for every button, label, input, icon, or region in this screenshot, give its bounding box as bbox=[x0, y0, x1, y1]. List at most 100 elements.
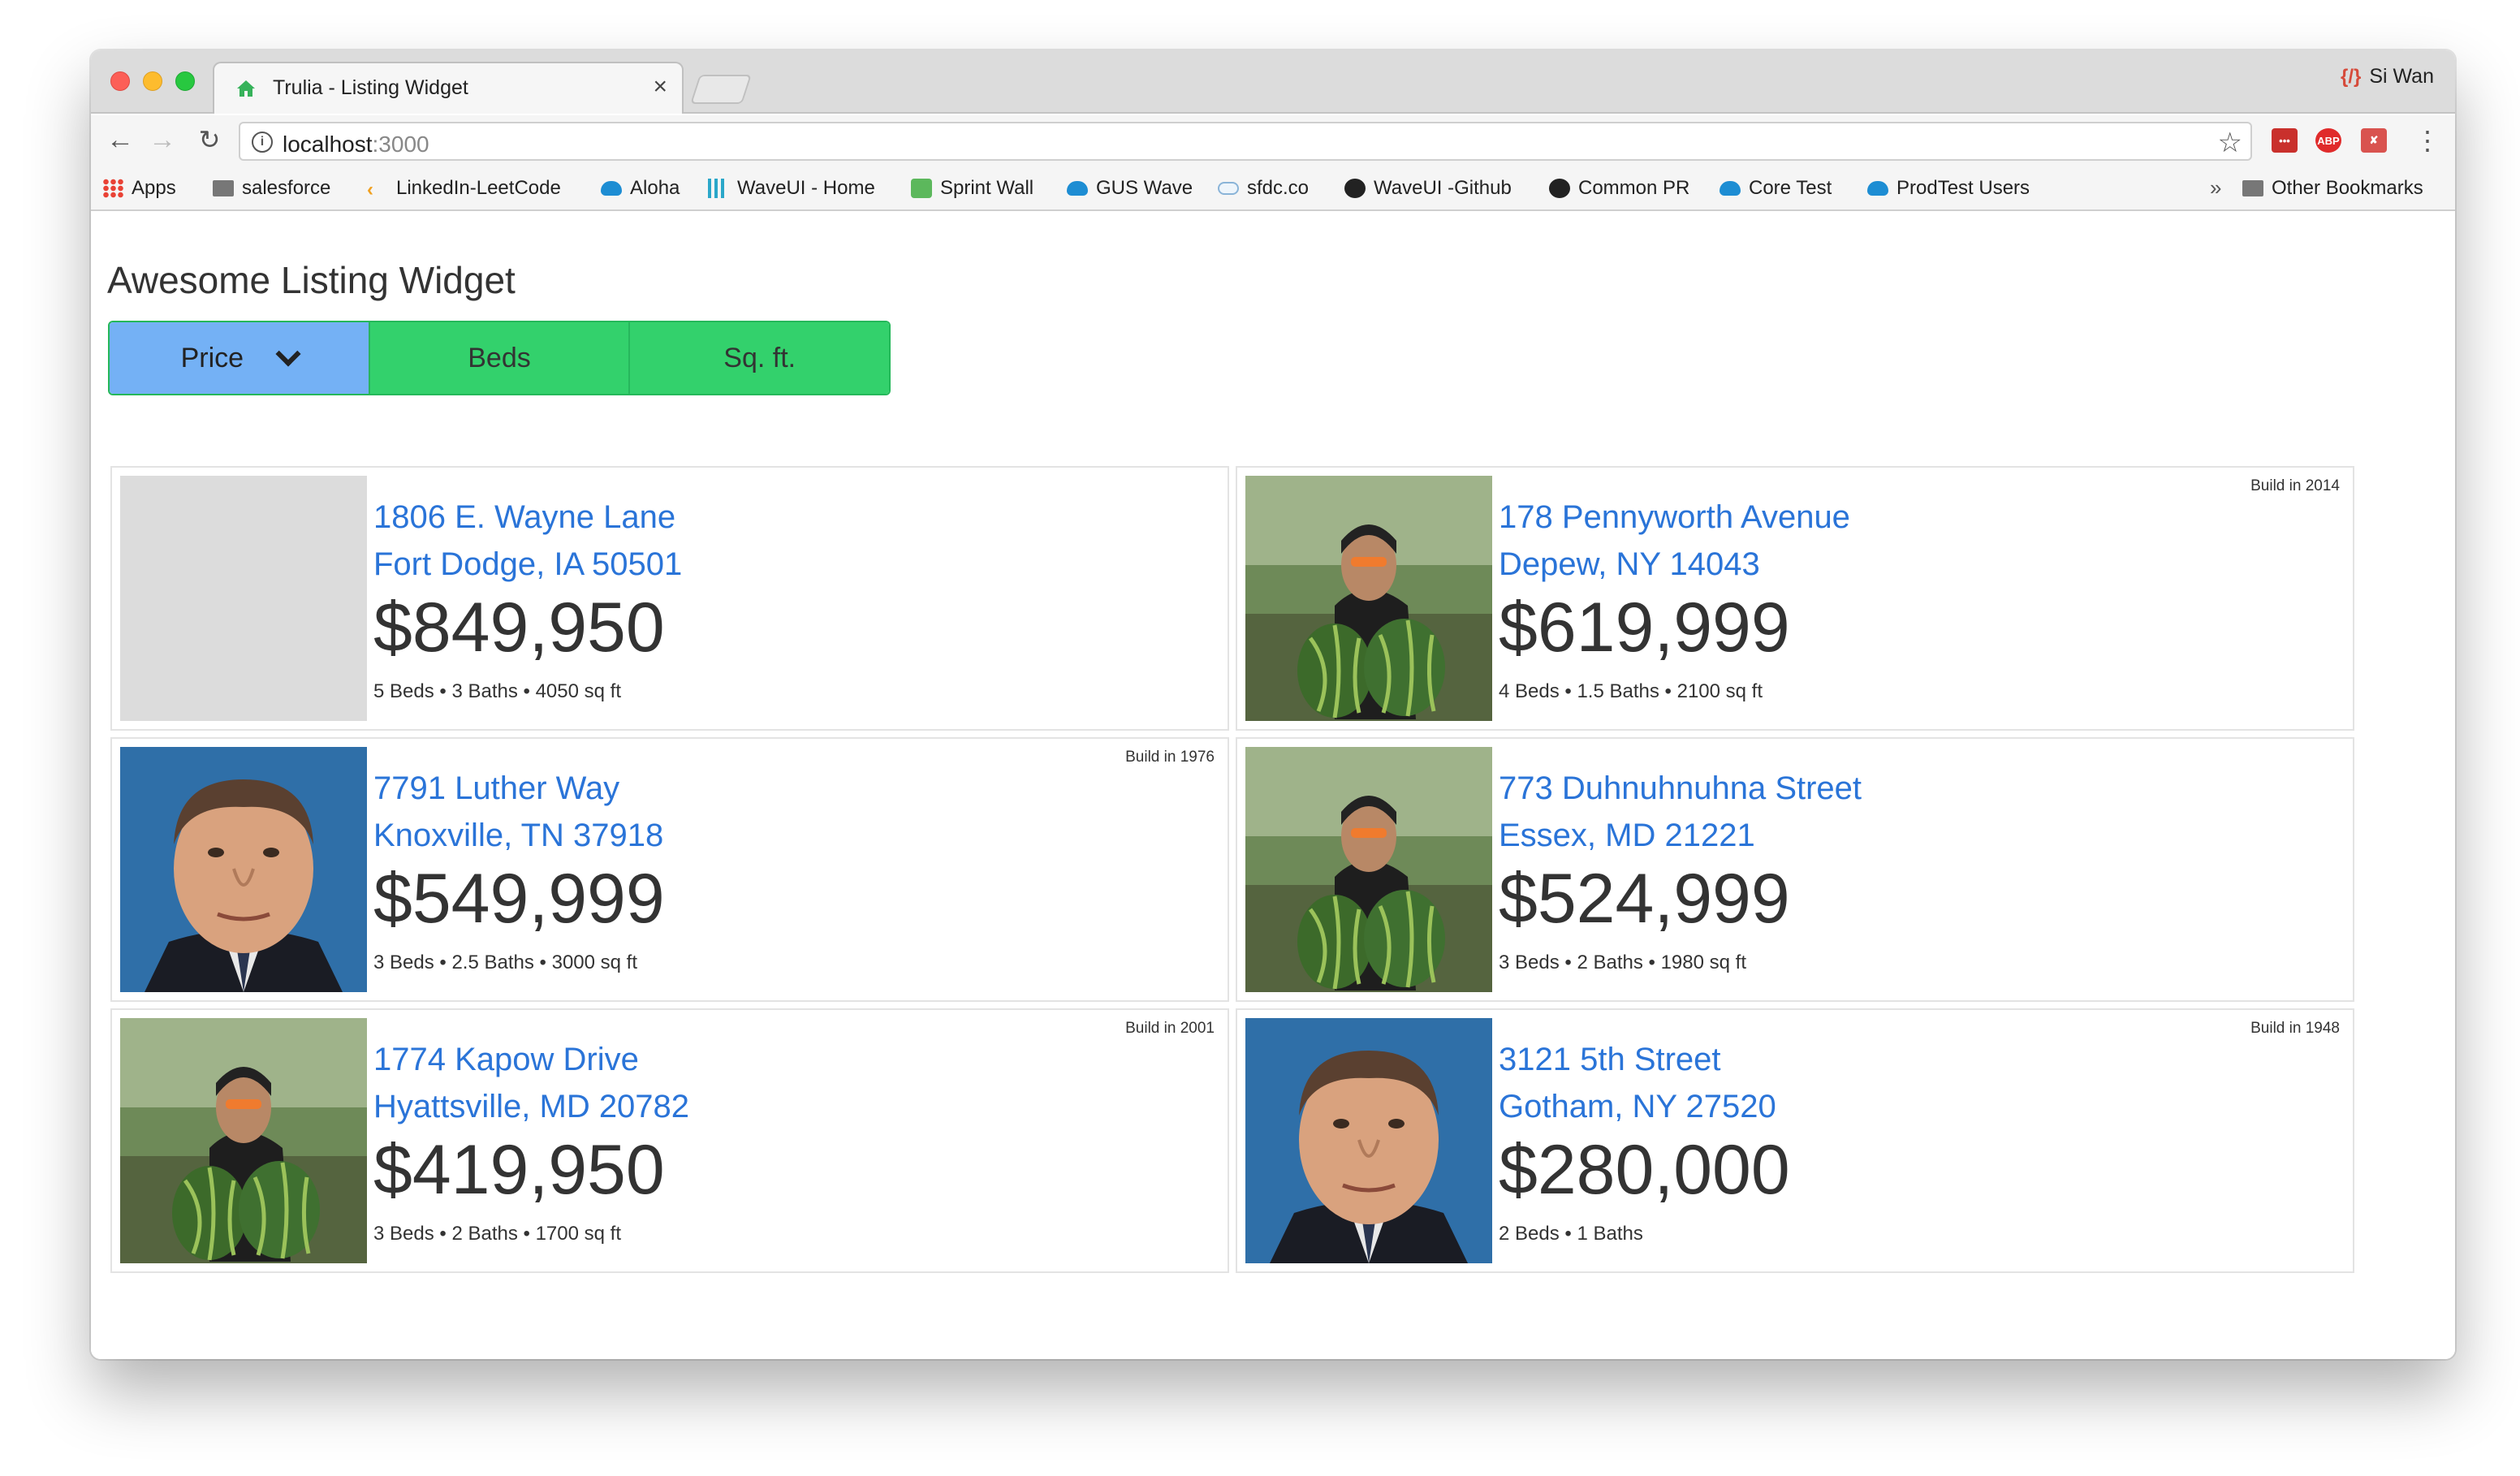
github-icon bbox=[1549, 179, 1570, 198]
browser-tab[interactable]: Trulia - Listing Widget × bbox=[213, 62, 684, 114]
man-portrait-image bbox=[1245, 1018, 1492, 1263]
minimize-window-button[interactable] bbox=[143, 71, 162, 91]
leetcode-icon: ‹ bbox=[367, 179, 373, 201]
build-year: Build in 1948 bbox=[2250, 1020, 2340, 1037]
man-portrait-image bbox=[120, 747, 367, 992]
man-with-watermelons-image bbox=[1245, 476, 1492, 721]
browser-toolbar: ← → ↻ i localhost:3000 ☆ ••• ABP ✘ ⋮ bbox=[91, 115, 2455, 166]
bookmark-sprint-wall[interactable]: Sprint Wall bbox=[911, 177, 1033, 200]
menu-kebab-icon[interactable]: ⋮ bbox=[2414, 125, 2440, 156]
listing-details: 5 Beds • 3 Baths • 4050 sq ft bbox=[373, 680, 621, 702]
sort-beds-button[interactable]: Beds bbox=[369, 322, 631, 394]
build-year: Build in 2001 bbox=[1125, 1020, 1215, 1037]
bookmark-salesforce[interactable]: salesforce bbox=[213, 177, 330, 200]
listing-street[interactable]: 773 Duhnuhnuhna Street bbox=[1499, 765, 1862, 812]
bookmark-common-pr[interactable]: Common PR bbox=[1549, 177, 1689, 200]
chevron-down-icon bbox=[275, 341, 301, 367]
tab-title: Trulia - Listing Widget bbox=[273, 76, 468, 99]
listing-price: $849,950 bbox=[373, 589, 665, 667]
listing-details: 3 Beds • 2 Baths • 1700 sq ft bbox=[373, 1223, 621, 1245]
listing-address[interactable]: 1806 E. Wayne Lane Fort Dodge, IA 50501 bbox=[373, 494, 682, 588]
listing-card[interactable]: Build in 2001 1774 Kapow Drive Hyattsvil… bbox=[110, 1008, 1229, 1273]
url-text[interactable]: localhost:3000 bbox=[283, 132, 429, 158]
bookmark-apps[interactable]: Apps bbox=[102, 177, 176, 200]
listing-photo bbox=[1245, 747, 1492, 992]
close-window-button[interactable] bbox=[110, 71, 130, 91]
new-tab-button[interactable] bbox=[690, 75, 752, 104]
other-bookmarks[interactable]: Other Bookmarks bbox=[2242, 177, 2423, 200]
cloud-outline-icon bbox=[1218, 182, 1239, 195]
listing-details: 3 Beds • 2.5 Baths • 3000 sq ft bbox=[373, 952, 638, 973]
listing-street[interactable]: 3121 5th Street bbox=[1499, 1036, 1776, 1083]
listing-address[interactable]: 3121 5th Street Gotham, NY 27520 bbox=[1499, 1036, 1776, 1130]
listing-street[interactable]: 1806 E. Wayne Lane bbox=[373, 494, 682, 541]
sort-price-button[interactable]: Price bbox=[110, 322, 370, 394]
sort-sqft-button[interactable]: Sq. ft. bbox=[630, 322, 889, 394]
listing-photo bbox=[1245, 476, 1492, 721]
forward-arrow-icon[interactable]: → bbox=[146, 123, 179, 156]
listing-photo bbox=[1245, 1018, 1492, 1263]
tab-close-icon[interactable]: × bbox=[653, 73, 667, 101]
listing-city[interactable]: Gotham, NY 27520 bbox=[1499, 1083, 1776, 1130]
zoom-window-button[interactable] bbox=[175, 71, 195, 91]
listing-city[interactable]: Essex, MD 21221 bbox=[1499, 812, 1862, 859]
listing-address[interactable]: 1774 Kapow Drive Hyattsville, MD 20782 bbox=[373, 1036, 689, 1130]
back-arrow-icon[interactable]: ← bbox=[104, 123, 136, 156]
profile-name: Si Wan bbox=[2369, 65, 2434, 88]
listing-details: 4 Beds • 1.5 Baths • 2100 sq ft bbox=[1499, 680, 1763, 702]
bookmark-linkedin-leetcode[interactable]: ‹ LinkedIn-LeetCode bbox=[367, 177, 561, 201]
listing-street[interactable]: 178 Pennyworth Avenue bbox=[1499, 494, 1850, 541]
listing-details: 2 Beds • 1 Baths bbox=[1499, 1223, 1643, 1245]
listing-city[interactable]: Knoxville, TN 37918 bbox=[373, 812, 663, 859]
salesforce-cloud-icon bbox=[1720, 181, 1741, 196]
listing-card[interactable]: Build in 1948 3121 5th Street Gotham, NY… bbox=[1236, 1008, 2354, 1273]
listing-address[interactable]: 178 Pennyworth Avenue Depew, NY 14043 bbox=[1499, 494, 1850, 588]
extension-badge-icon[interactable]: ✘ bbox=[2361, 128, 2387, 153]
address-bar[interactable]: i localhost:3000 ☆ bbox=[239, 122, 2252, 161]
bookmarks-bar: Apps salesforce ‹ LinkedIn-LeetCode Aloha… bbox=[91, 166, 2455, 211]
adblock-icon[interactable]: ABP bbox=[2315, 128, 2341, 153]
listing-price: $280,000 bbox=[1499, 1131, 1790, 1209]
bookmarks-overflow-icon[interactable]: » bbox=[2210, 175, 2221, 201]
listing-photo bbox=[120, 747, 367, 992]
tab-bar: Trulia - Listing Widget × {/} Si Wan bbox=[91, 50, 2455, 114]
listing-card[interactable]: Build in 2014 178 Pennyworth Avenue Depe… bbox=[1236, 466, 2354, 731]
folder-icon bbox=[213, 180, 234, 196]
reload-icon[interactable]: ↻ bbox=[193, 123, 226, 156]
listing-street[interactable]: 1774 Kapow Drive bbox=[373, 1036, 689, 1083]
github-icon bbox=[1344, 179, 1366, 198]
listing-city[interactable]: Fort Dodge, IA 50501 bbox=[373, 541, 682, 588]
listing-city[interactable]: Depew, NY 14043 bbox=[1499, 541, 1850, 588]
listing-address[interactable]: 7791 Luther Way Knoxville, TN 37918 bbox=[373, 765, 663, 859]
listing-card[interactable]: 773 Duhnuhnuhna Street Essex, MD 21221 $… bbox=[1236, 737, 2354, 1002]
bookmark-aloha[interactable]: Aloha bbox=[601, 177, 680, 200]
bookmark-core-test[interactable]: Core Test bbox=[1720, 177, 1832, 200]
listing-price: $524,999 bbox=[1499, 860, 1790, 938]
apps-grid-icon bbox=[102, 179, 123, 198]
page-content: Awesome Listing Widget Price Beds Sq. ft… bbox=[91, 213, 2455, 1359]
build-year: Build in 2014 bbox=[2250, 477, 2340, 494]
listing-photo-placeholder bbox=[120, 476, 367, 721]
page-title: Awesome Listing Widget bbox=[107, 259, 516, 301]
listing-card[interactable]: 1806 E. Wayne Lane Fort Dodge, IA 50501 … bbox=[110, 466, 1229, 731]
listing-street[interactable]: 7791 Luther Way bbox=[373, 765, 663, 812]
man-with-watermelons-image bbox=[120, 1018, 367, 1263]
listing-price: $549,999 bbox=[373, 860, 665, 938]
bookmark-prodtest-users[interactable]: ProdTest Users bbox=[1867, 177, 2030, 200]
listing-card[interactable]: Build in 1976 7791 Luther Way Knoxville,… bbox=[110, 737, 1229, 1002]
info-icon[interactable]: i bbox=[252, 132, 273, 153]
bookmark-waveui-github[interactable]: WaveUI -Github bbox=[1344, 177, 1512, 200]
bar-chart-icon bbox=[708, 179, 729, 198]
salesforce-cloud-icon bbox=[601, 181, 622, 196]
bookmark-gus-wave[interactable]: GUS Wave bbox=[1067, 177, 1193, 200]
salesforce-cloud-icon bbox=[1867, 181, 1888, 196]
bookmark-sfdc-co[interactable]: sfdc.co bbox=[1218, 177, 1309, 200]
listing-city[interactable]: Hyattsville, MD 20782 bbox=[373, 1083, 689, 1130]
extension-icon[interactable]: ••• bbox=[2272, 128, 2298, 153]
listing-address[interactable]: 773 Duhnuhnuhna Street Essex, MD 21221 bbox=[1499, 765, 1862, 859]
green-app-icon bbox=[911, 179, 932, 198]
profile-button[interactable]: {/} Si Wan bbox=[2341, 65, 2434, 88]
listing-details: 3 Beds • 2 Baths • 1980 sq ft bbox=[1499, 952, 1746, 973]
bookmark-waveui-home[interactable]: WaveUI - Home bbox=[708, 177, 875, 200]
bookmark-star-icon[interactable]: ☆ bbox=[2218, 127, 2242, 159]
